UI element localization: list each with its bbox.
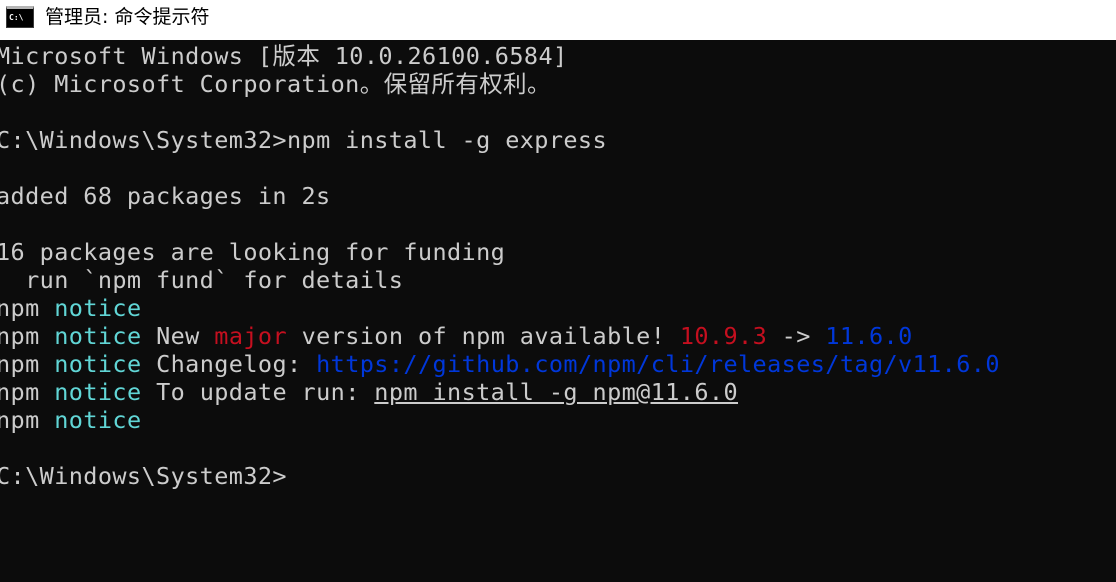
- copyright-line: (c) Microsoft Corporation。保留所有权利。: [0, 70, 551, 98]
- changelog-link[interactable]: https://github.com/npm/cli/releases/tag/…: [316, 350, 1000, 378]
- npm-prefix: npm: [0, 406, 40, 434]
- notice-word: notice: [54, 294, 142, 322]
- npm-notice-line: npm notice Changelog: https://github.com…: [0, 350, 1000, 378]
- changelog-label: Changelog:: [141, 350, 317, 378]
- command-prompt-window: C:\ 管理员: 命令提示符 Microsoft Windows [版本 10.…: [0, 0, 1116, 582]
- fund-hint-line: run `npm fund` for details: [0, 266, 404, 294]
- banner-line: Microsoft Windows [版本 10.0.26100.6584]: [0, 42, 568, 70]
- notice-word: notice: [54, 406, 142, 434]
- window-title: 管理员: 命令提示符: [45, 6, 210, 28]
- final-prompt[interactable]: C:\Windows\System32>: [0, 462, 287, 490]
- title-bar[interactable]: C:\ 管理员: 命令提示符: [0, 0, 1116, 40]
- npm-notice-line: npm notice New major version of npm avai…: [0, 322, 913, 350]
- npm-prefix: npm: [0, 294, 40, 322]
- npm-notice-line: npm notice: [0, 294, 142, 322]
- update-command: npm install -g npm@11.6.0: [374, 378, 739, 406]
- console-output[interactable]: Microsoft Windows [版本 10.0.26100.6584] (…: [0, 40, 1116, 582]
- cmd-icon: C:\: [6, 6, 34, 28]
- command-text: npm install -g express: [286, 126, 608, 154]
- npm-prefix: npm: [0, 378, 40, 406]
- version-arrow: ->: [767, 322, 826, 350]
- notice-version-text: version of npm available!: [287, 322, 680, 350]
- npm-prefix: npm: [0, 350, 40, 378]
- new-version: 11.6.0: [825, 322, 913, 350]
- major-word: major: [214, 322, 288, 350]
- npm-notice-line: npm notice: [0, 406, 142, 434]
- notice-word: notice: [54, 322, 142, 350]
- update-label: To update run:: [141, 378, 375, 406]
- funding-line: 16 packages are looking for funding: [0, 238, 506, 266]
- prompt: C:\Windows\System32>: [0, 126, 287, 154]
- command-line: C:\Windows\System32>npm install -g expre…: [0, 126, 607, 154]
- npm-prefix: npm: [0, 322, 40, 350]
- cmd-icon-label: C:\: [9, 13, 24, 22]
- notice-word: notice: [54, 378, 142, 406]
- notice-word: notice: [54, 350, 142, 378]
- notice-new-text: New: [141, 322, 215, 350]
- npm-notice-line: npm notice To update run: npm install -g…: [0, 378, 738, 406]
- added-line: added 68 packages in 2s: [0, 182, 331, 210]
- old-version: 10.9.3: [679, 322, 768, 350]
